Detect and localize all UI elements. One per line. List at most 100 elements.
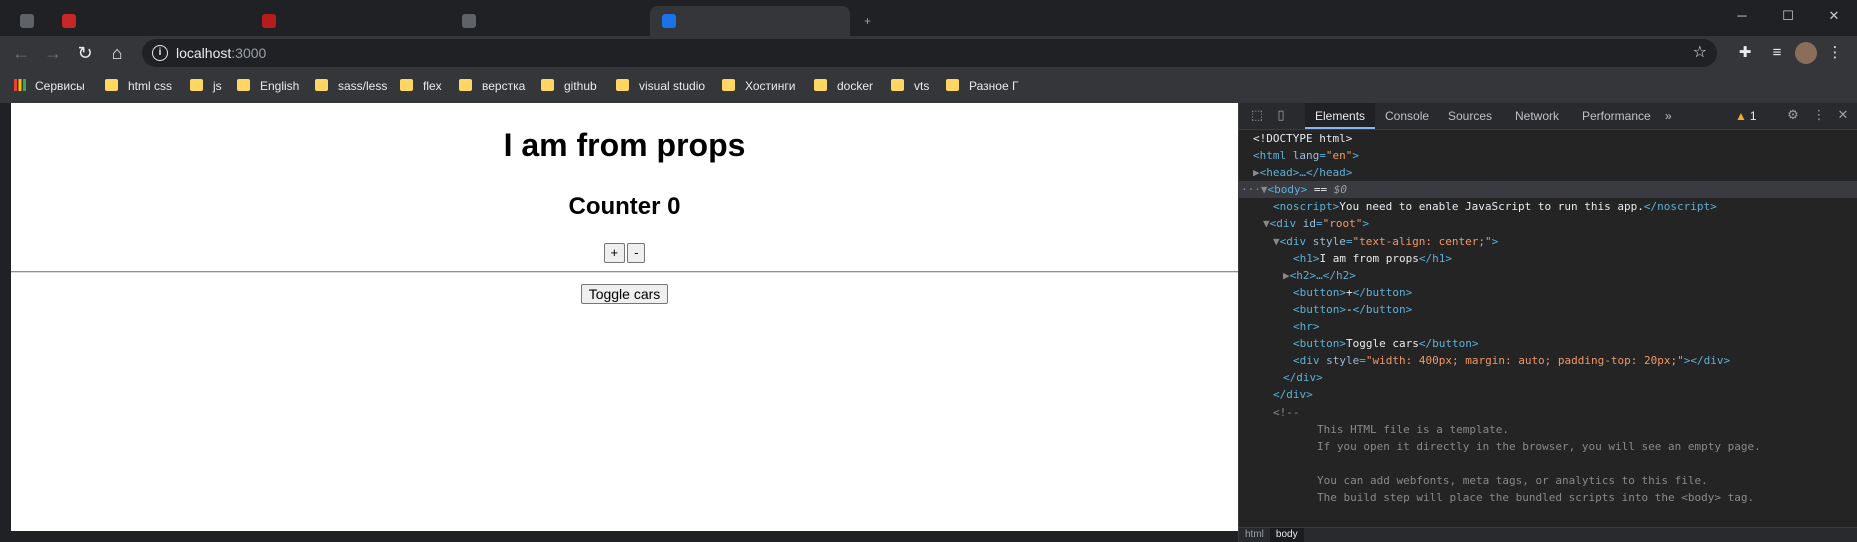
bookmark-star-icon[interactable]: ☆	[1693, 39, 1707, 67]
inspect-element-icon[interactable]: ⬚	[1249, 107, 1265, 123]
dom-attr-name: style	[1326, 354, 1360, 368]
dom-node-body-selected[interactable]: ···▼<body> == $0	[1239, 181, 1857, 199]
horizontal-rule	[11, 271, 1238, 273]
extensions-icon[interactable]: ✚	[1731, 40, 1759, 66]
dom-node-html[interactable]: <html lang="en">	[1239, 147, 1857, 164]
more-tabs-icon[interactable]: »	[1661, 103, 1676, 129]
bookmark-folder[interactable]: github	[541, 69, 597, 103]
dom-node-button-minus[interactable]: <button>-</button>	[1239, 301, 1857, 318]
dom-node-button-plus[interactable]: <button>+</button>	[1239, 284, 1857, 301]
new-tab-button[interactable]: +	[856, 6, 886, 36]
dom-node-div-root[interactable]: ▼<div id="root">	[1239, 215, 1857, 232]
bookmark-folder[interactable]: html css	[105, 69, 172, 103]
dom-tag: <body>	[1267, 183, 1308, 197]
dom-comment: The build step will place the bundled sc…	[1317, 490, 1755, 504]
bookmark-folder[interactable]: English	[237, 69, 299, 103]
dom-node-noscript[interactable]: <noscript>You need to enable JavaScript …	[1239, 198, 1857, 215]
dom-node-div-close[interactable]: </div>	[1239, 369, 1857, 386]
close-devtools-icon[interactable]: ✕	[1835, 107, 1851, 123]
breadcrumb-body[interactable]: body	[1269, 528, 1304, 542]
counter-buttons: + -	[11, 243, 1238, 263]
more-dots-icon: ···	[1241, 183, 1261, 197]
tab-console[interactable]: Console	[1375, 103, 1439, 129]
bookmark-folder[interactable]: vts	[891, 69, 929, 103]
dom-node-h2[interactable]: ▶<h2>…</h2>	[1239, 267, 1857, 284]
expanded-arrow-icon[interactable]: ▼	[1273, 235, 1280, 248]
reading-list-icon[interactable]: ≡	[1763, 40, 1791, 66]
dom-node-head[interactable]: ▶<head>…</head>	[1239, 164, 1857, 181]
dom-node-div-inner[interactable]: <div style="width: 400px; margin: auto; …	[1239, 352, 1857, 369]
browser-tab[interactable]	[8, 6, 50, 36]
forward-icon[interactable]: →	[40, 40, 66, 66]
dom-node-hr[interactable]: <hr>	[1239, 318, 1857, 335]
dom-tag: </button>	[1352, 302, 1413, 316]
device-toolbar-icon[interactable]: ▯	[1273, 107, 1289, 123]
dom-node-comment[interactable]: <!--	[1239, 404, 1857, 421]
apps-icon	[14, 79, 26, 91]
tab-favicon-icon	[20, 14, 34, 28]
toggle-cars-button[interactable]: Toggle cars	[580, 284, 669, 304]
site-info-icon[interactable]: i	[152, 45, 168, 61]
dom-node-div-style[interactable]: ▼<div style="text-align: center;">	[1239, 233, 1857, 250]
home-icon[interactable]: ⌂	[104, 40, 130, 66]
maximize-icon[interactable]: ☐	[1765, 0, 1811, 32]
bookmark-folder[interactable]: верстка	[459, 69, 525, 103]
bookmark-folder[interactable]: flex	[400, 69, 442, 103]
minimize-icon[interactable]: ─	[1719, 0, 1765, 32]
dom-node-button-toggle[interactable]: <button>Toggle cars</button>	[1239, 335, 1857, 352]
expanded-arrow-icon[interactable]: ▼	[1263, 217, 1270, 230]
devtools-menu-icon[interactable]: ⋮	[1811, 107, 1827, 123]
tab-performance[interactable]: Performance	[1572, 103, 1661, 129]
browser-tab[interactable]	[50, 6, 250, 36]
page-viewport: I am from props Counter 0 + - Toggle cars	[11, 103, 1238, 531]
bookmark-folder[interactable]: visual studio	[616, 69, 705, 103]
folder-icon	[891, 79, 904, 91]
dom-tag: </button>	[1352, 285, 1413, 299]
dom-comment-line: The build step will place the bundled sc…	[1239, 489, 1857, 506]
collapsed-arrow-icon[interactable]: ▶	[1253, 166, 1260, 179]
dom-comment-line: This HTML file is a template.	[1239, 421, 1857, 438]
dom-tag: <hr>	[1293, 320, 1320, 334]
dom-tag: <h2>…</h2>	[1289, 268, 1356, 282]
tab-elements[interactable]: Elements	[1305, 103, 1376, 129]
bookmark-folder[interactable]: docker	[814, 69, 873, 103]
settings-gear-icon[interactable]: ⚙	[1785, 107, 1801, 123]
increment-button[interactable]: +	[603, 243, 626, 263]
browser-tab[interactable]	[450, 6, 650, 36]
tab-network[interactable]: Network	[1505, 103, 1569, 129]
reload-icon[interactable]: ↻	[72, 40, 98, 66]
browser-tab-active[interactable]	[650, 6, 850, 36]
decrement-button[interactable]: -	[627, 243, 646, 263]
dom-tag: <div	[1279, 234, 1307, 248]
toolbar-actions: ✚ ≡ ⋮	[1731, 40, 1849, 66]
tab-sources[interactable]: Sources	[1438, 103, 1502, 129]
bookmark-folder[interactable]: Хостинги	[722, 69, 795, 103]
dom-node-div-close[interactable]: </div>	[1239, 386, 1857, 403]
breadcrumb-html[interactable]: html	[1239, 528, 1270, 542]
dom-node-h1[interactable]: <h1>I am from props</h1>	[1239, 250, 1857, 267]
dom-text: +	[1345, 285, 1353, 299]
bookmark-folder[interactable]: Разное Г	[946, 69, 1018, 103]
dom-tag: <button>	[1293, 285, 1346, 299]
dom-tag: <html	[1253, 149, 1287, 163]
expanded-arrow-icon[interactable]: ▼	[1261, 183, 1268, 196]
folder-icon	[190, 79, 203, 91]
folder-icon	[946, 79, 959, 91]
profile-avatar[interactable]	[1795, 42, 1817, 64]
collapsed-arrow-icon[interactable]: ▶	[1283, 269, 1290, 282]
bookmark-apps[interactable]: Сервисы	[14, 69, 85, 103]
browser-tab[interactable]	[250, 6, 450, 36]
warning-counter[interactable]: ▲ 1	[1735, 103, 1757, 129]
back-icon[interactable]: ←	[8, 40, 34, 66]
dom-tag: </div>	[1273, 388, 1313, 402]
menu-kebab-icon[interactable]: ⋮	[1821, 40, 1849, 66]
close-icon[interactable]: ✕	[1811, 0, 1857, 32]
bookmarks-bar: Сервисы html css js English sass/less fl…	[0, 69, 1857, 103]
bookmark-folder[interactable]: sass/less	[315, 69, 387, 103]
warning-count: 1	[1749, 109, 1757, 123]
dom-node-doctype[interactable]: <!DOCTYPE html>	[1239, 130, 1857, 147]
bookmark-folder[interactable]: js	[190, 69, 222, 103]
address-bar[interactable]: i localhost:3000 ☆	[142, 39, 1717, 67]
dom-comment: <!--	[1273, 405, 1300, 419]
dom-attr-value: "en"	[1325, 149, 1353, 163]
